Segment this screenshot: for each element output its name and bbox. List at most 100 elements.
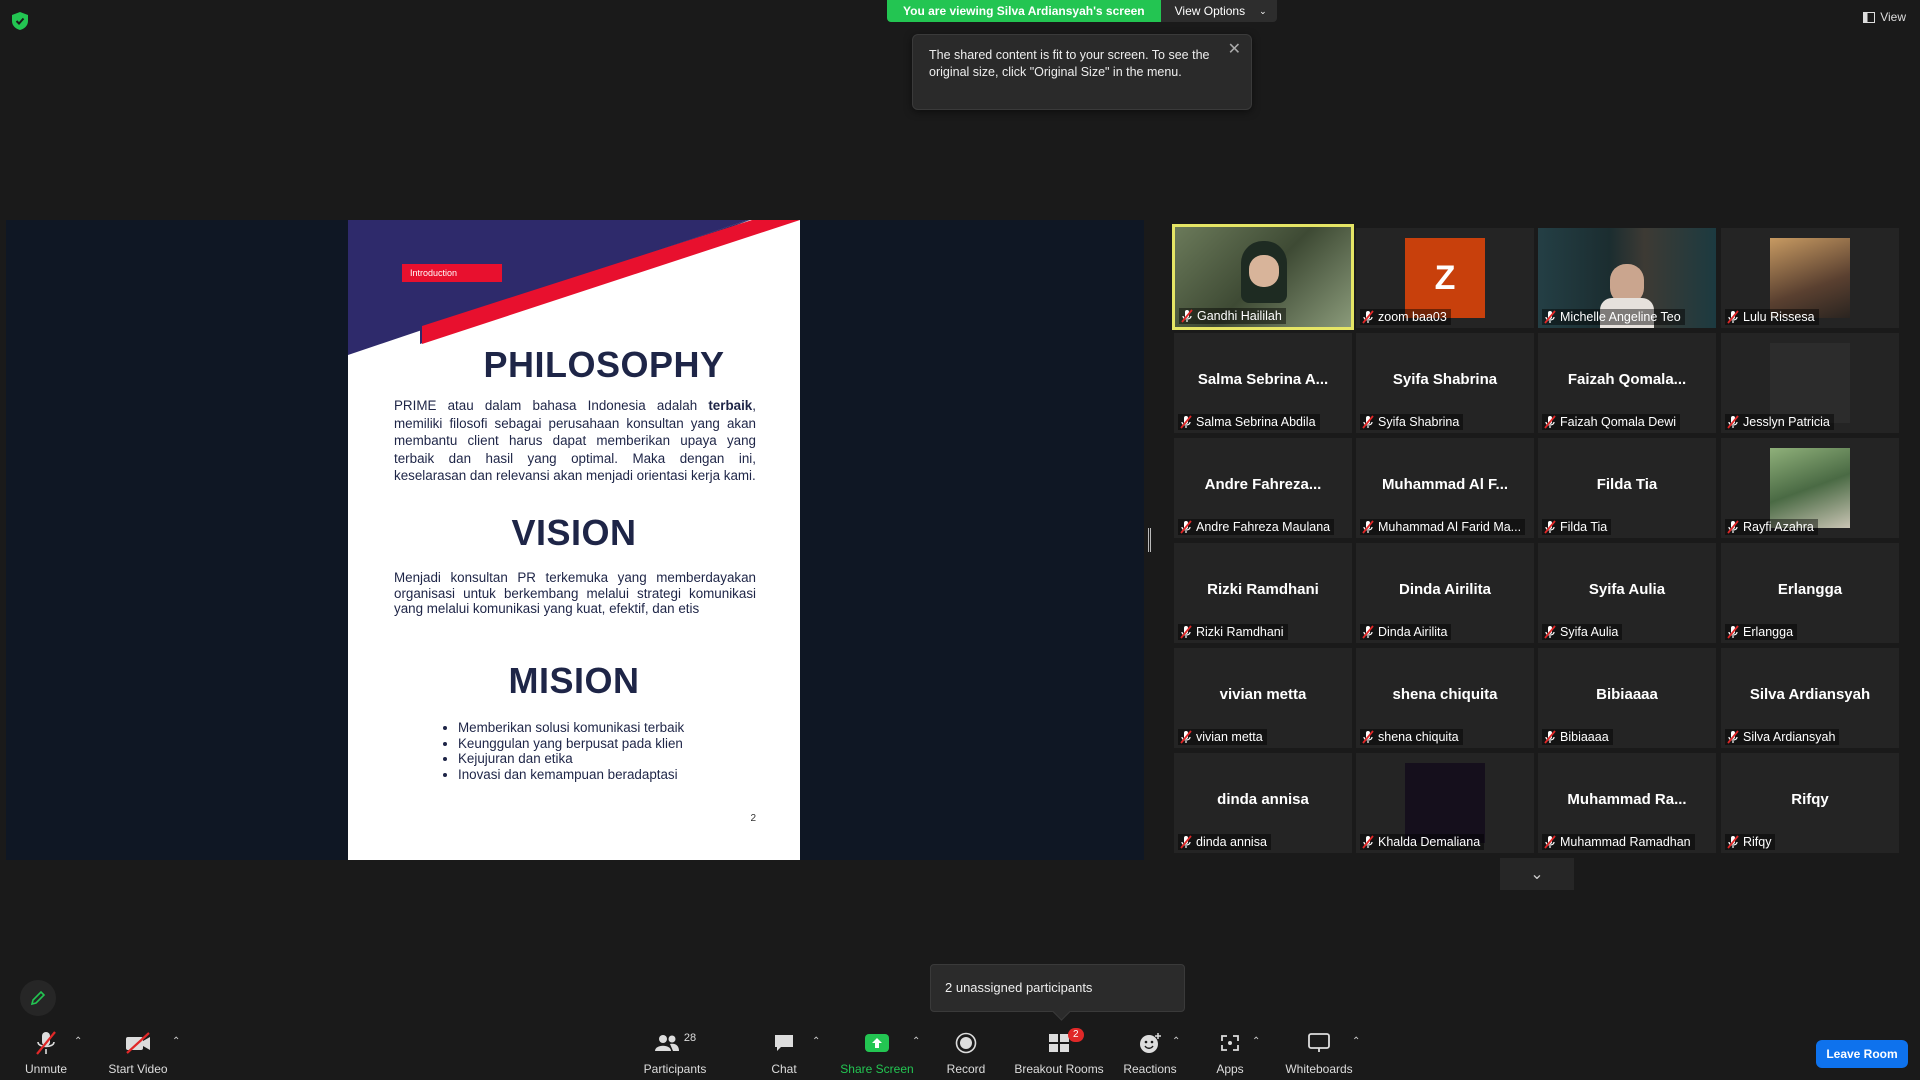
- participant-name-label: Michelle Angeline Teo: [1542, 309, 1685, 325]
- share-screen-icon: [865, 1034, 889, 1052]
- microphone-muted-icon: [1362, 625, 1374, 639]
- participant-tile[interactable]: Khalda Demaliana: [1356, 753, 1534, 853]
- participant-name: Michelle Angeline Teo: [1560, 310, 1681, 324]
- participant-tile[interactable]: Jesslyn Patricia: [1721, 333, 1899, 433]
- unmute-button[interactable]: Unmute: [16, 1028, 76, 1076]
- chevron-up-icon[interactable]: ⌃: [172, 1036, 180, 1047]
- participant-tile[interactable]: Erlangga Erlangga: [1721, 543, 1899, 643]
- participant-tile[interactable]: vivian metta vivian metta: [1174, 648, 1352, 748]
- record-icon: [955, 1032, 977, 1054]
- participant-name-label: Salma Sebrina Abdila: [1178, 414, 1320, 430]
- apps-button[interactable]: Apps: [1210, 1028, 1250, 1076]
- avatar: [1770, 238, 1850, 318]
- breakout-rooms-icon: [1049, 1034, 1069, 1052]
- participant-tile[interactable]: Andre Fahreza... Andre Fahreza Maulana: [1174, 438, 1352, 538]
- participant-name-label: Lulu Rissesa: [1725, 309, 1819, 325]
- participant-tile[interactable]: Syifa Aulia Syifa Aulia: [1538, 543, 1716, 643]
- chevron-up-icon[interactable]: ⌃: [1352, 1036, 1360, 1047]
- participant-tile[interactable]: Michelle Angeline Teo: [1538, 228, 1716, 328]
- participant-name-label: Erlangga: [1725, 624, 1798, 640]
- video-off-icon: [126, 1032, 150, 1054]
- participant-name: Gandhi Haililah: [1197, 309, 1282, 323]
- participant-name-label: Faizah Qomala Dewi: [1542, 414, 1681, 430]
- participant-name-label: Rizki Ramdhani: [1178, 624, 1288, 640]
- chat-button[interactable]: Chat: [764, 1028, 804, 1076]
- resize-handle[interactable]: [1148, 528, 1151, 552]
- chevron-up-icon[interactable]: ⌃: [912, 1036, 920, 1047]
- microphone-muted-icon: [1180, 730, 1192, 744]
- start-video-button[interactable]: Start Video: [102, 1028, 174, 1076]
- participant-tile[interactable]: Salma Sebrina A... Salma Sebrina Abdila: [1174, 333, 1352, 433]
- participant-tile[interactable]: Zzoom baa03: [1356, 228, 1534, 328]
- participants-button[interactable]: 28 Participants: [640, 1028, 710, 1076]
- participant-tile[interactable]: dinda annisa dinda annisa: [1174, 753, 1352, 853]
- chevron-down-icon: ⌄: [1530, 866, 1544, 883]
- annotate-button[interactable]: [20, 980, 56, 1016]
- participant-name-label: Dinda Airilita: [1360, 624, 1452, 640]
- chevron-up-icon[interactable]: ⌃: [1252, 1036, 1260, 1047]
- participant-tile[interactable]: Lulu Rissesa: [1721, 228, 1899, 328]
- participant-tile[interactable]: Silva Ardiansyah Silva Ardiansyah: [1721, 648, 1899, 748]
- participant-display-name: shena chiquita: [1392, 686, 1498, 703]
- chevron-up-icon[interactable]: ⌃: [1172, 1036, 1180, 1047]
- participant-name: Faizah Qomala Dewi: [1560, 415, 1677, 429]
- leave-room-button[interactable]: Leave Room: [1816, 1040, 1908, 1068]
- participant-tile[interactable]: Muhammad Al F... Muhammad Al Farid Ma...: [1356, 438, 1534, 538]
- participant-tile[interactable]: Faizah Qomala... Faizah Qomala Dewi: [1538, 333, 1716, 433]
- close-icon[interactable]: ✕: [1228, 41, 1241, 58]
- participant-display-name: Syifa Aulia: [1588, 581, 1666, 598]
- security-shield-icon[interactable]: [12, 12, 28, 30]
- microphone-muted-icon: [36, 1031, 56, 1055]
- whiteboard-icon: [1308, 1033, 1330, 1052]
- unassigned-participants-popup[interactable]: 2 unassigned participants: [930, 964, 1185, 1012]
- microphone-muted-icon: [1727, 310, 1739, 324]
- participant-name-label: shena chiquita: [1360, 729, 1463, 745]
- mision-item: Memberikan solusi komunikasi terbaik: [458, 720, 684, 736]
- view-button[interactable]: View: [1863, 10, 1906, 24]
- view-options-button[interactable]: View Options ⌄: [1160, 0, 1277, 22]
- microphone-muted-icon: [1362, 310, 1374, 324]
- participant-tile[interactable]: Rayfi Azahra: [1721, 438, 1899, 538]
- reactions-button[interactable]: Reactions: [1120, 1028, 1180, 1076]
- microphone-muted-icon: [1362, 415, 1374, 429]
- participant-name: Andre Fahreza Maulana: [1196, 520, 1331, 534]
- microphone-muted-icon: [1727, 625, 1739, 639]
- participant-name: Muhammad Ramadhan: [1560, 835, 1691, 849]
- record-button[interactable]: Record: [940, 1028, 992, 1076]
- participant-tile[interactable]: Rifqy Rifqy: [1721, 753, 1899, 853]
- participant-tile[interactable]: shena chiquita shena chiquita: [1356, 648, 1534, 748]
- participant-name-label: Khalda Demaliana: [1360, 834, 1485, 850]
- chevron-up-icon[interactable]: ⌃: [74, 1036, 82, 1047]
- participant-tile[interactable]: Gandhi Haililah: [1172, 224, 1354, 330]
- microphone-muted-icon: [1544, 415, 1556, 429]
- next-page-button[interactable]: ⌄: [1500, 858, 1574, 890]
- participant-name-label: Bibiaaaa: [1542, 729, 1613, 745]
- whiteboards-button[interactable]: Whiteboards: [1282, 1028, 1356, 1076]
- participant-name: Syifa Shabrina: [1378, 415, 1460, 429]
- microphone-muted-icon: [1544, 310, 1556, 324]
- participant-name-label: Gandhi Haililah: [1179, 308, 1286, 324]
- participant-tile[interactable]: Bibiaaaa Bibiaaaa: [1538, 648, 1716, 748]
- fit-screen-tooltip: The shared content is fit to your screen…: [912, 34, 1252, 110]
- breakout-badge: 2: [1068, 1028, 1084, 1042]
- participant-tile[interactable]: Rizki Ramdhani Rizki Ramdhani: [1174, 543, 1352, 643]
- grid-view-icon: [1863, 11, 1876, 23]
- participant-name: Silva Ardiansyah: [1743, 730, 1836, 744]
- participants-label: Participants: [643, 1062, 707, 1076]
- participant-tile[interactable]: Muhammad Ra... Muhammad Ramadhan: [1538, 753, 1716, 853]
- unmute-label: Unmute: [24, 1062, 68, 1076]
- microphone-muted-icon: [1362, 520, 1374, 534]
- breakout-rooms-button[interactable]: 2 Breakout Rooms: [1012, 1028, 1106, 1076]
- participant-tile[interactable]: Dinda Airilita Dinda Airilita: [1356, 543, 1534, 643]
- chevron-up-icon[interactable]: ⌃: [812, 1036, 820, 1047]
- participant-name: Rifqy: [1743, 835, 1772, 849]
- participant-display-name: Faizah Qomala...: [1567, 371, 1687, 388]
- participant-tile[interactable]: Filda Tia Filda Tia: [1538, 438, 1716, 538]
- participant-tile[interactable]: Syifa Shabrina Syifa Shabrina: [1356, 333, 1534, 433]
- share-screen-button[interactable]: Share Screen: [840, 1028, 914, 1076]
- participant-name: vivian metta: [1196, 730, 1263, 744]
- participant-display-name: Muhammad Al F...: [1381, 476, 1509, 493]
- microphone-muted-icon: [1180, 835, 1192, 849]
- microphone-muted-icon: [1362, 730, 1374, 744]
- participant-name-label: Syifa Shabrina: [1360, 414, 1464, 430]
